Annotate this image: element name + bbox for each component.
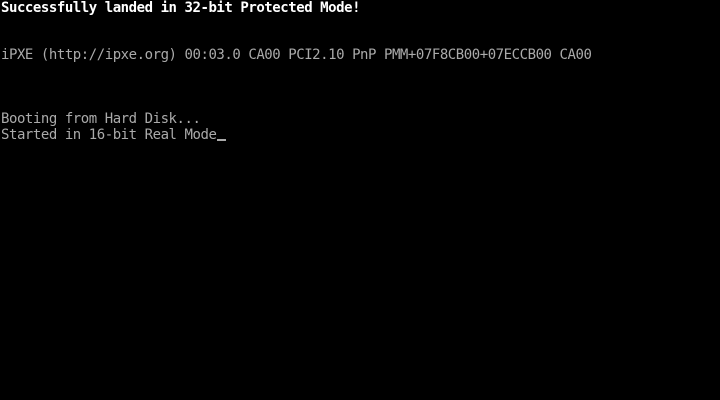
real-mode-line: Started in 16-bit Real Mode — [1, 127, 227, 143]
text-cursor — [217, 139, 227, 141]
ipxe-banner-line: iPXE (http://ipxe.org) 00:03.0 CA00 PCI2… — [1, 47, 592, 63]
boot-console-screen: Successfully landed in 32-bit Protected … — [0, 0, 720, 400]
real-mode-message: Started in 16-bit Real Mode — [1, 127, 217, 143]
booting-message: Booting from Hard Disk... — [1, 111, 201, 127]
protected-mode-message: Successfully landed in 32-bit Protected … — [1, 0, 361, 16]
